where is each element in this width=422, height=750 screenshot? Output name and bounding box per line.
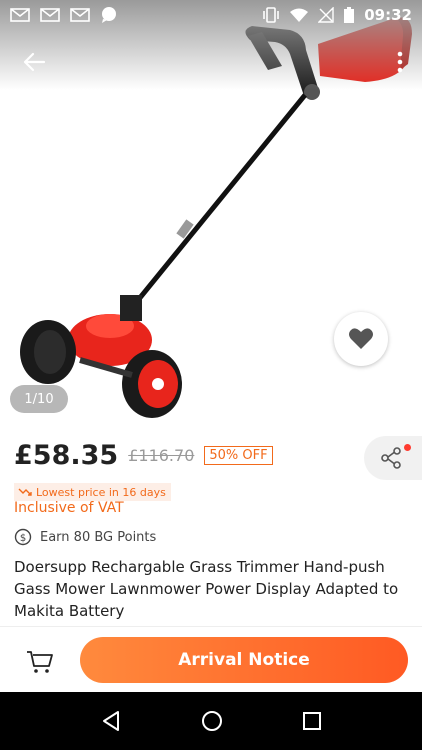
- action-bar: Arrival Notice: [0, 626, 422, 692]
- points-row: $ Earn 80 BG Points: [14, 528, 156, 546]
- trend-down-icon: [18, 488, 32, 496]
- lowest-price-tag: Lowest price in 16 days: [14, 483, 171, 501]
- original-price: £116.70: [128, 446, 195, 465]
- dollar-coin-icon: $: [14, 528, 32, 546]
- points-text: Earn 80 BG Points: [40, 529, 157, 545]
- mail-icon: [70, 8, 90, 22]
- heart-icon: [349, 328, 373, 349]
- chat-bubble-icon: [102, 7, 116, 23]
- mail-icon: [10, 8, 30, 22]
- svg-text:$: $: [20, 533, 26, 544]
- back-button[interactable]: [18, 46, 50, 78]
- back-arrow-icon: [23, 52, 46, 72]
- current-price: £58.35: [14, 440, 119, 471]
- home-circle-icon[interactable]: [201, 710, 223, 732]
- navigation-bar: [0, 692, 422, 750]
- status-bar: 09:32: [0, 0, 422, 30]
- share-button[interactable]: [364, 436, 422, 480]
- lowest-price-text: Lowest price in 16 days: [36, 485, 166, 499]
- discount-badge: 50% OFF: [204, 446, 273, 465]
- status-time: 09:32: [364, 6, 412, 24]
- price-row: £58.35 £116.70 50% OFF: [14, 440, 273, 471]
- product-image-gallery[interactable]: 1/10: [0, 0, 422, 430]
- arrival-notice-button[interactable]: Arrival Notice: [80, 637, 408, 683]
- battery-icon: [344, 7, 355, 23]
- vat-note: Inclusive of VAT: [14, 500, 124, 516]
- back-triangle-icon[interactable]: [100, 710, 122, 732]
- no-signal-icon: [318, 7, 334, 23]
- share-icon: [381, 447, 401, 469]
- image-counter: 1/10: [10, 385, 68, 413]
- more-options-button[interactable]: [388, 48, 412, 76]
- mail-icon: [40, 8, 60, 22]
- cart-icon: [27, 651, 53, 673]
- recents-square-icon[interactable]: [302, 711, 322, 731]
- notification-dot: [404, 444, 411, 451]
- product-title: Doersupp Rechargable Grass Trimmer Hand-…: [14, 558, 399, 620]
- vibrate-icon: [263, 7, 280, 23]
- cart-button[interactable]: [24, 645, 56, 677]
- wishlist-button[interactable]: [334, 312, 388, 366]
- wifi-icon: [290, 8, 309, 22]
- more-vertical-icon: [397, 51, 403, 73]
